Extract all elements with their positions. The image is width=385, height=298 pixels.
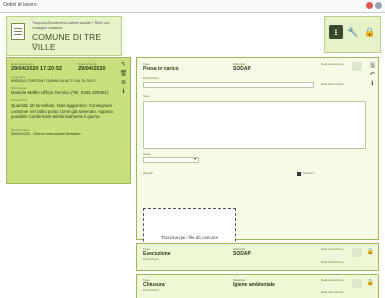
- description-input[interactable]: [143, 82, 314, 88]
- phase-card-in-charge: Fase Presa in carico Materiale SODAP Dat…: [136, 57, 379, 267]
- exec-date-label: Data esecuzione: [321, 278, 344, 282]
- material-value: SODAP: [233, 251, 251, 257]
- planning-value: 30/04/2020 - Giorno esecuzione tentativo: [11, 131, 81, 136]
- minimize-icon[interactable]: [375, 2, 382, 9]
- phase-card-closing: Fase Chiusura Descrizione Materiale Igie…: [136, 274, 379, 298]
- description-label: Descrizione: [143, 76, 159, 80]
- lock-icon[interactable]: 🔒: [363, 25, 377, 39]
- phase-actions: 🖫 ↶ ℹ: [370, 63, 375, 87]
- notes-value: Quantità: 20 tonnellate; Note aggiuntive…: [11, 103, 113, 119]
- public-checkbox[interactable]: [297, 172, 301, 176]
- order-details: Data inserimento 29/04/2020 17:20:52 Dat…: [11, 62, 122, 181]
- download-icon[interactable]: ⭳: [329, 25, 343, 39]
- notes-label: Annotazioni: [11, 98, 27, 102]
- order-header: Trasporto/Smaltimento sabbie stradali + …: [6, 16, 122, 56]
- order-subject: Trasporto/Smaltimento sabbie stradali + …: [32, 21, 110, 30]
- trash-icon[interactable]: 🗑: [120, 71, 128, 77]
- due-value: 29/04/2020: [78, 66, 106, 72]
- phase-card-execution: Fase Esecuzione Descrizione Materiale SO…: [136, 243, 379, 271]
- toolbar: ⭳ 🔧 🔒: [324, 16, 381, 53]
- undo-icon[interactable]: ↶: [370, 72, 375, 78]
- invoice-date-label: Data fatturazione: [321, 290, 344, 294]
- document-icon: [11, 23, 25, 40]
- order-details-panel: Data inserimento 29/04/2020 17:20:52 Dat…: [6, 57, 131, 184]
- window-controls: [366, 2, 382, 9]
- info-icon[interactable]: ℹ: [371, 81, 373, 87]
- save-icon[interactable]: 🖫: [370, 63, 375, 69]
- status-icon: [352, 248, 362, 257]
- municipality-title: COMUNE DI TRE VILLE: [32, 32, 102, 52]
- phase-value: Presa in carico: [143, 66, 179, 72]
- unit-label: Unità: [143, 152, 151, 156]
- public-label: Pubblico: [303, 171, 315, 175]
- edit-icon[interactable]: ✎: [121, 62, 126, 68]
- material-value: SODAP: [233, 66, 251, 72]
- attachments-label: Allegati: [143, 171, 153, 175]
- material-value: Igiene ambientale: [233, 282, 275, 288]
- exec-date-label: Data esecuzione: [321, 62, 344, 66]
- unit-select[interactable]: [143, 157, 199, 163]
- order-actions: ✎ 🗑 ⊕ ℹ: [119, 62, 128, 95]
- note-label: Note: [143, 94, 150, 98]
- order-id: 105: [32, 42, 38, 46]
- invoice-date-label: Data fatturazione: [321, 260, 344, 264]
- info-icon[interactable]: ℹ: [122, 89, 124, 95]
- close-icon[interactable]: [366, 2, 373, 9]
- description-label: Descrizione: [143, 288, 159, 292]
- dropzone-text: Trascina qui i file da caricare: [160, 235, 219, 240]
- status-icon: [352, 62, 362, 71]
- description-label: Descrizione: [143, 257, 159, 261]
- date-value: 29/04/2020 17:20:52: [11, 66, 63, 72]
- status-icon: [352, 279, 362, 288]
- window-titlebar: Ordini di lavoro: [0, 0, 385, 13]
- exec-date-label: Data esecuzione: [321, 247, 344, 251]
- lock-icon[interactable]: 🔒: [367, 279, 374, 286]
- lock-icon[interactable]: 🔒: [367, 248, 374, 255]
- contractor-value: ANDREA CONSTANT GIANNI DA ALTO VAL DI SO…: [11, 79, 96, 83]
- wrench-icon[interactable]: 🔧: [346, 25, 360, 39]
- add-icon[interactable]: ⊕: [121, 80, 126, 86]
- window-title: Ordini di lavoro: [3, 2, 37, 8]
- note-textarea[interactable]: [143, 101, 366, 149]
- reference-value: Daniele Maffei Ufficio Tecnico (Tel. 046…: [11, 90, 109, 95]
- invoice-date-label: Data fatturazione: [321, 82, 344, 86]
